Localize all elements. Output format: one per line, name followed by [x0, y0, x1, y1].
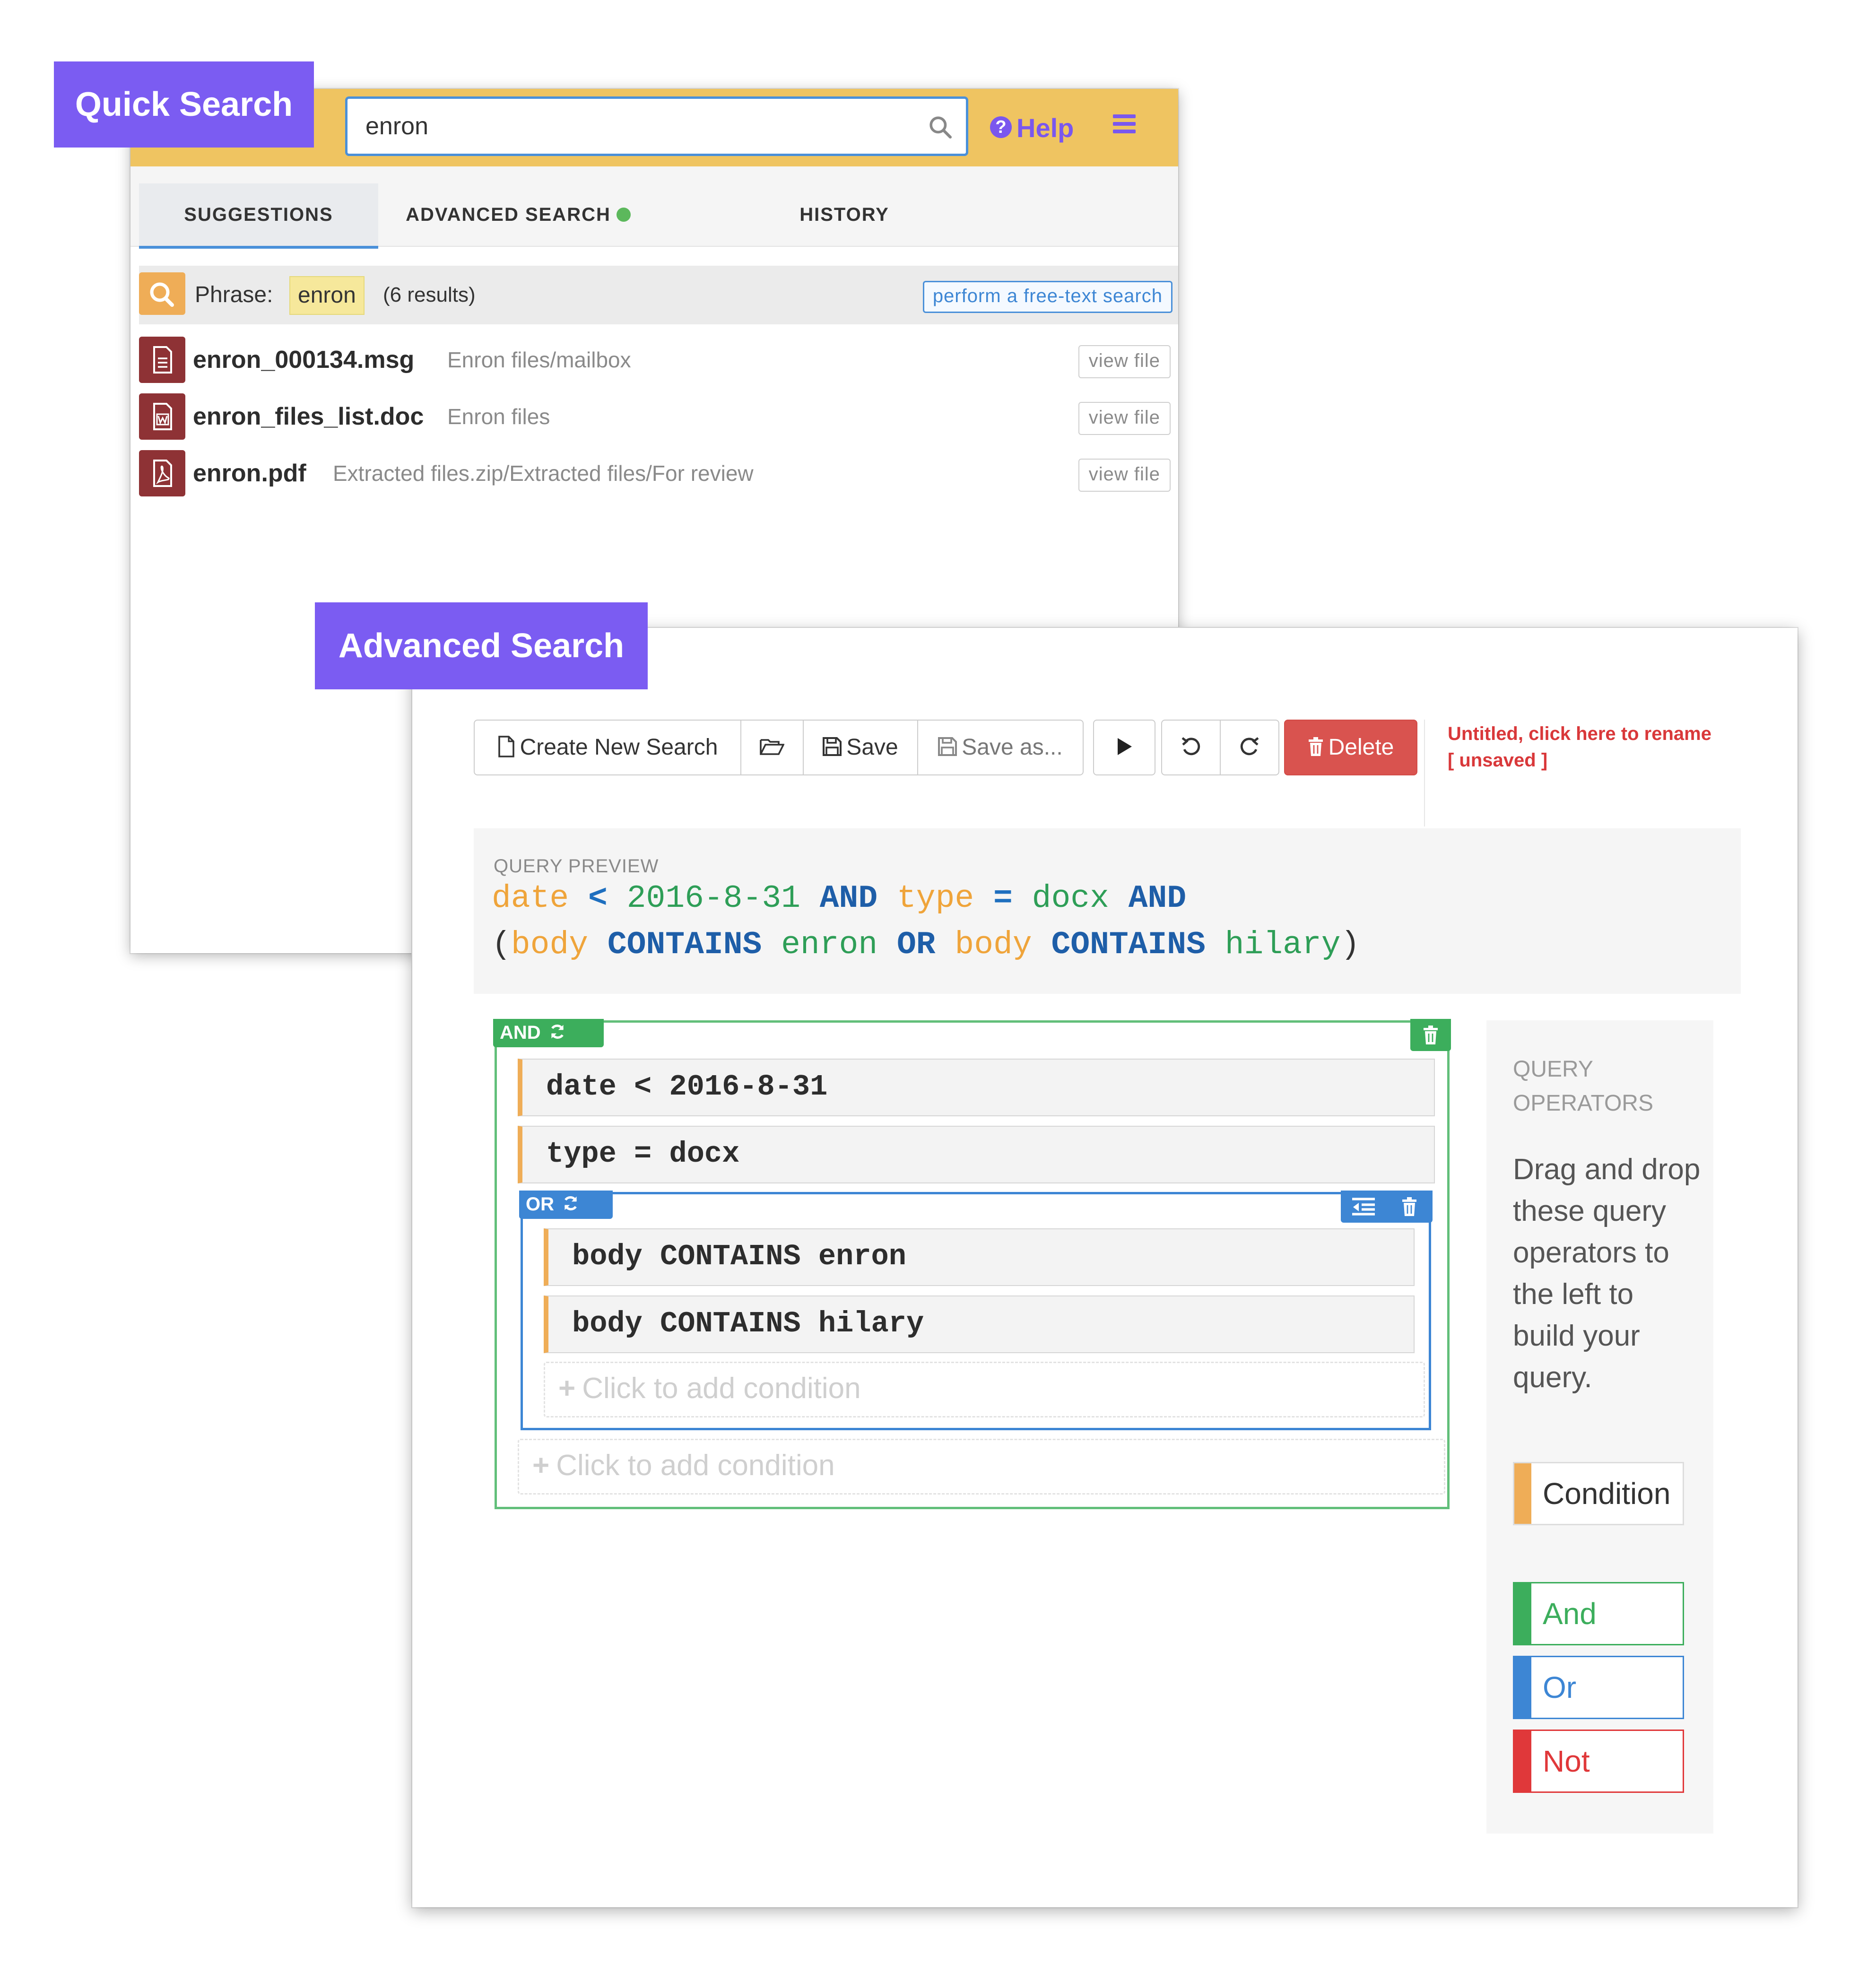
create-new-search-button[interactable]: Create New Search [474, 720, 741, 775]
file-path: Extracted files.zip/Extracted files/For … [333, 461, 754, 486]
search-icon [139, 272, 185, 315]
phrase-label: Phrase: [195, 282, 273, 307]
question-circle-icon: ? [990, 116, 1012, 139]
tab-history[interactable]: HISTORY [740, 183, 948, 246]
query-preview-panel: QUERY PREVIEW date < 2016-8-31 AND type … [474, 828, 1741, 994]
redo-button[interactable] [1220, 720, 1279, 775]
search-input[interactable] [365, 99, 886, 154]
operator-condition[interactable]: Condition [1513, 1462, 1684, 1525]
operator-not[interactable]: Not [1513, 1730, 1684, 1793]
list-item[interactable]: enron_files_list.doc Enron files view fi… [139, 391, 1178, 443]
quick-search-tabs: SUGGESTIONS ADVANCED SEARCH HISTORY [130, 166, 1178, 249]
condition-text: body CONTAINS enron [572, 1240, 906, 1273]
and-group[interactable]: AND date < 2016-8-31 type = docx OR body… [493, 1019, 1451, 1509]
query-preview-line: date < 2016-8-31 AND type = docx AND [492, 880, 1187, 917]
save-as-button[interactable]: Save as... [917, 720, 1084, 775]
quick-search-callout: Quick Search [54, 61, 314, 148]
query-operators-description: Drag and drop these query operators to t… [1513, 1153, 1701, 1394]
status-dot-icon [616, 208, 631, 222]
run-query-button[interactable] [1093, 720, 1155, 775]
file-path: Enron files [447, 404, 550, 429]
add-condition-button[interactable]: + Click to add condition [518, 1439, 1445, 1495]
help-label: Help [1016, 113, 1074, 143]
query-preview-label: QUERY PREVIEW [494, 856, 659, 877]
tab-advanced-search[interactable]: ADVANCED SEARCH [395, 183, 641, 246]
condition-text: date < 2016-8-31 [546, 1070, 828, 1104]
condition-row[interactable]: body CONTAINS hilary [544, 1295, 1415, 1353]
file-icon [498, 736, 514, 758]
trash-icon [1308, 737, 1323, 756]
operator-or[interactable]: Or [1513, 1656, 1684, 1719]
plus-icon: + [532, 1449, 550, 1482]
advanced-search-window: Create New Search Save Save as... Delete… [412, 628, 1798, 1907]
rename-link[interactable]: Untitled, click here to rename [1448, 721, 1711, 747]
condition-text: type = docx [546, 1137, 740, 1171]
delete-group-button[interactable] [1410, 1019, 1451, 1051]
redo-icon [1240, 737, 1259, 756]
refresh-icon [565, 1196, 577, 1211]
condition-row[interactable]: body CONTAINS enron [544, 1228, 1415, 1286]
view-file-button[interactable]: view file [1078, 459, 1171, 492]
file-name[interactable]: enron_000134.msg [193, 334, 414, 386]
play-icon [1118, 738, 1132, 756]
refresh-icon [551, 1025, 564, 1039]
undo-button[interactable] [1161, 720, 1221, 775]
result-count: (6 results) [383, 283, 476, 306]
condition-row[interactable]: type = docx [518, 1126, 1435, 1183]
floppy-disk-icon [938, 737, 957, 756]
floppy-disk-icon [823, 737, 842, 756]
search-title[interactable]: Untitled, click here to rename [ unsaved… [1448, 721, 1711, 774]
operator-and[interactable]: And [1513, 1582, 1684, 1645]
save-button[interactable]: Save [803, 720, 918, 775]
add-condition-button[interactable]: + Click to add condition [544, 1362, 1425, 1417]
list-item[interactable]: enron_000134.msg Enron files/mailbox vie… [139, 334, 1178, 386]
view-file-button[interactable]: view file [1078, 402, 1171, 435]
phrase-suggestion-row[interactable]: Phrase: enron (6 results) perform a free… [139, 266, 1178, 324]
unsaved-status: [ unsaved ] [1448, 750, 1548, 771]
open-folder-button[interactable] [740, 720, 804, 775]
file-name[interactable]: enron_files_list.doc [193, 391, 424, 443]
condition-text: body CONTAINS hilary [572, 1307, 924, 1340]
query-preview-line: (body CONTAINS enron OR body CONTAINS hi… [492, 927, 1360, 963]
folder-open-icon [760, 739, 784, 756]
view-file-button[interactable]: view file [1078, 345, 1171, 378]
tab-suggestions[interactable]: SUGGESTIONS [139, 183, 378, 249]
outdent-icon[interactable] [1351, 1197, 1376, 1216]
or-group[interactable]: OR body CONTAINS enron body CONTAINS hil… [519, 1191, 1433, 1430]
advanced-search-callout: Advanced Search [315, 602, 648, 689]
word-icon [139, 393, 185, 440]
phrase-term-highlight: enron [289, 276, 365, 315]
file-path: Enron files/mailbox [447, 348, 631, 372]
undo-icon [1181, 737, 1200, 756]
or-group-tag[interactable]: OR [519, 1191, 613, 1219]
hamburger-menu-icon[interactable] [1113, 114, 1136, 133]
list-item[interactable]: enron.pdf Extracted files.zip/Extracted … [139, 447, 1178, 499]
query-operators-panel: QUERY OPERATORS Drag and drop these quer… [1486, 1020, 1713, 1834]
divider [1424, 720, 1425, 826]
trash-icon [1424, 1026, 1438, 1044]
condition-row[interactable]: date < 2016-8-31 [518, 1059, 1435, 1116]
query-operators-title: QUERY OPERATORS [1513, 1057, 1653, 1116]
or-group-tools [1341, 1191, 1433, 1223]
file-name[interactable]: enron.pdf [193, 447, 306, 499]
document-icon [139, 337, 185, 383]
plus-icon: + [558, 1372, 576, 1405]
trash-icon[interactable] [1401, 1197, 1417, 1217]
search-box[interactable] [345, 96, 968, 156]
delete-button[interactable]: Delete [1284, 720, 1417, 775]
pdf-icon [139, 450, 185, 496]
help-link[interactable]: ? Help [990, 102, 1074, 154]
and-group-tag[interactable]: AND [493, 1019, 604, 1047]
free-text-search-button[interactable]: perform a free-text search [922, 281, 1172, 313]
search-icon[interactable] [927, 114, 954, 140]
